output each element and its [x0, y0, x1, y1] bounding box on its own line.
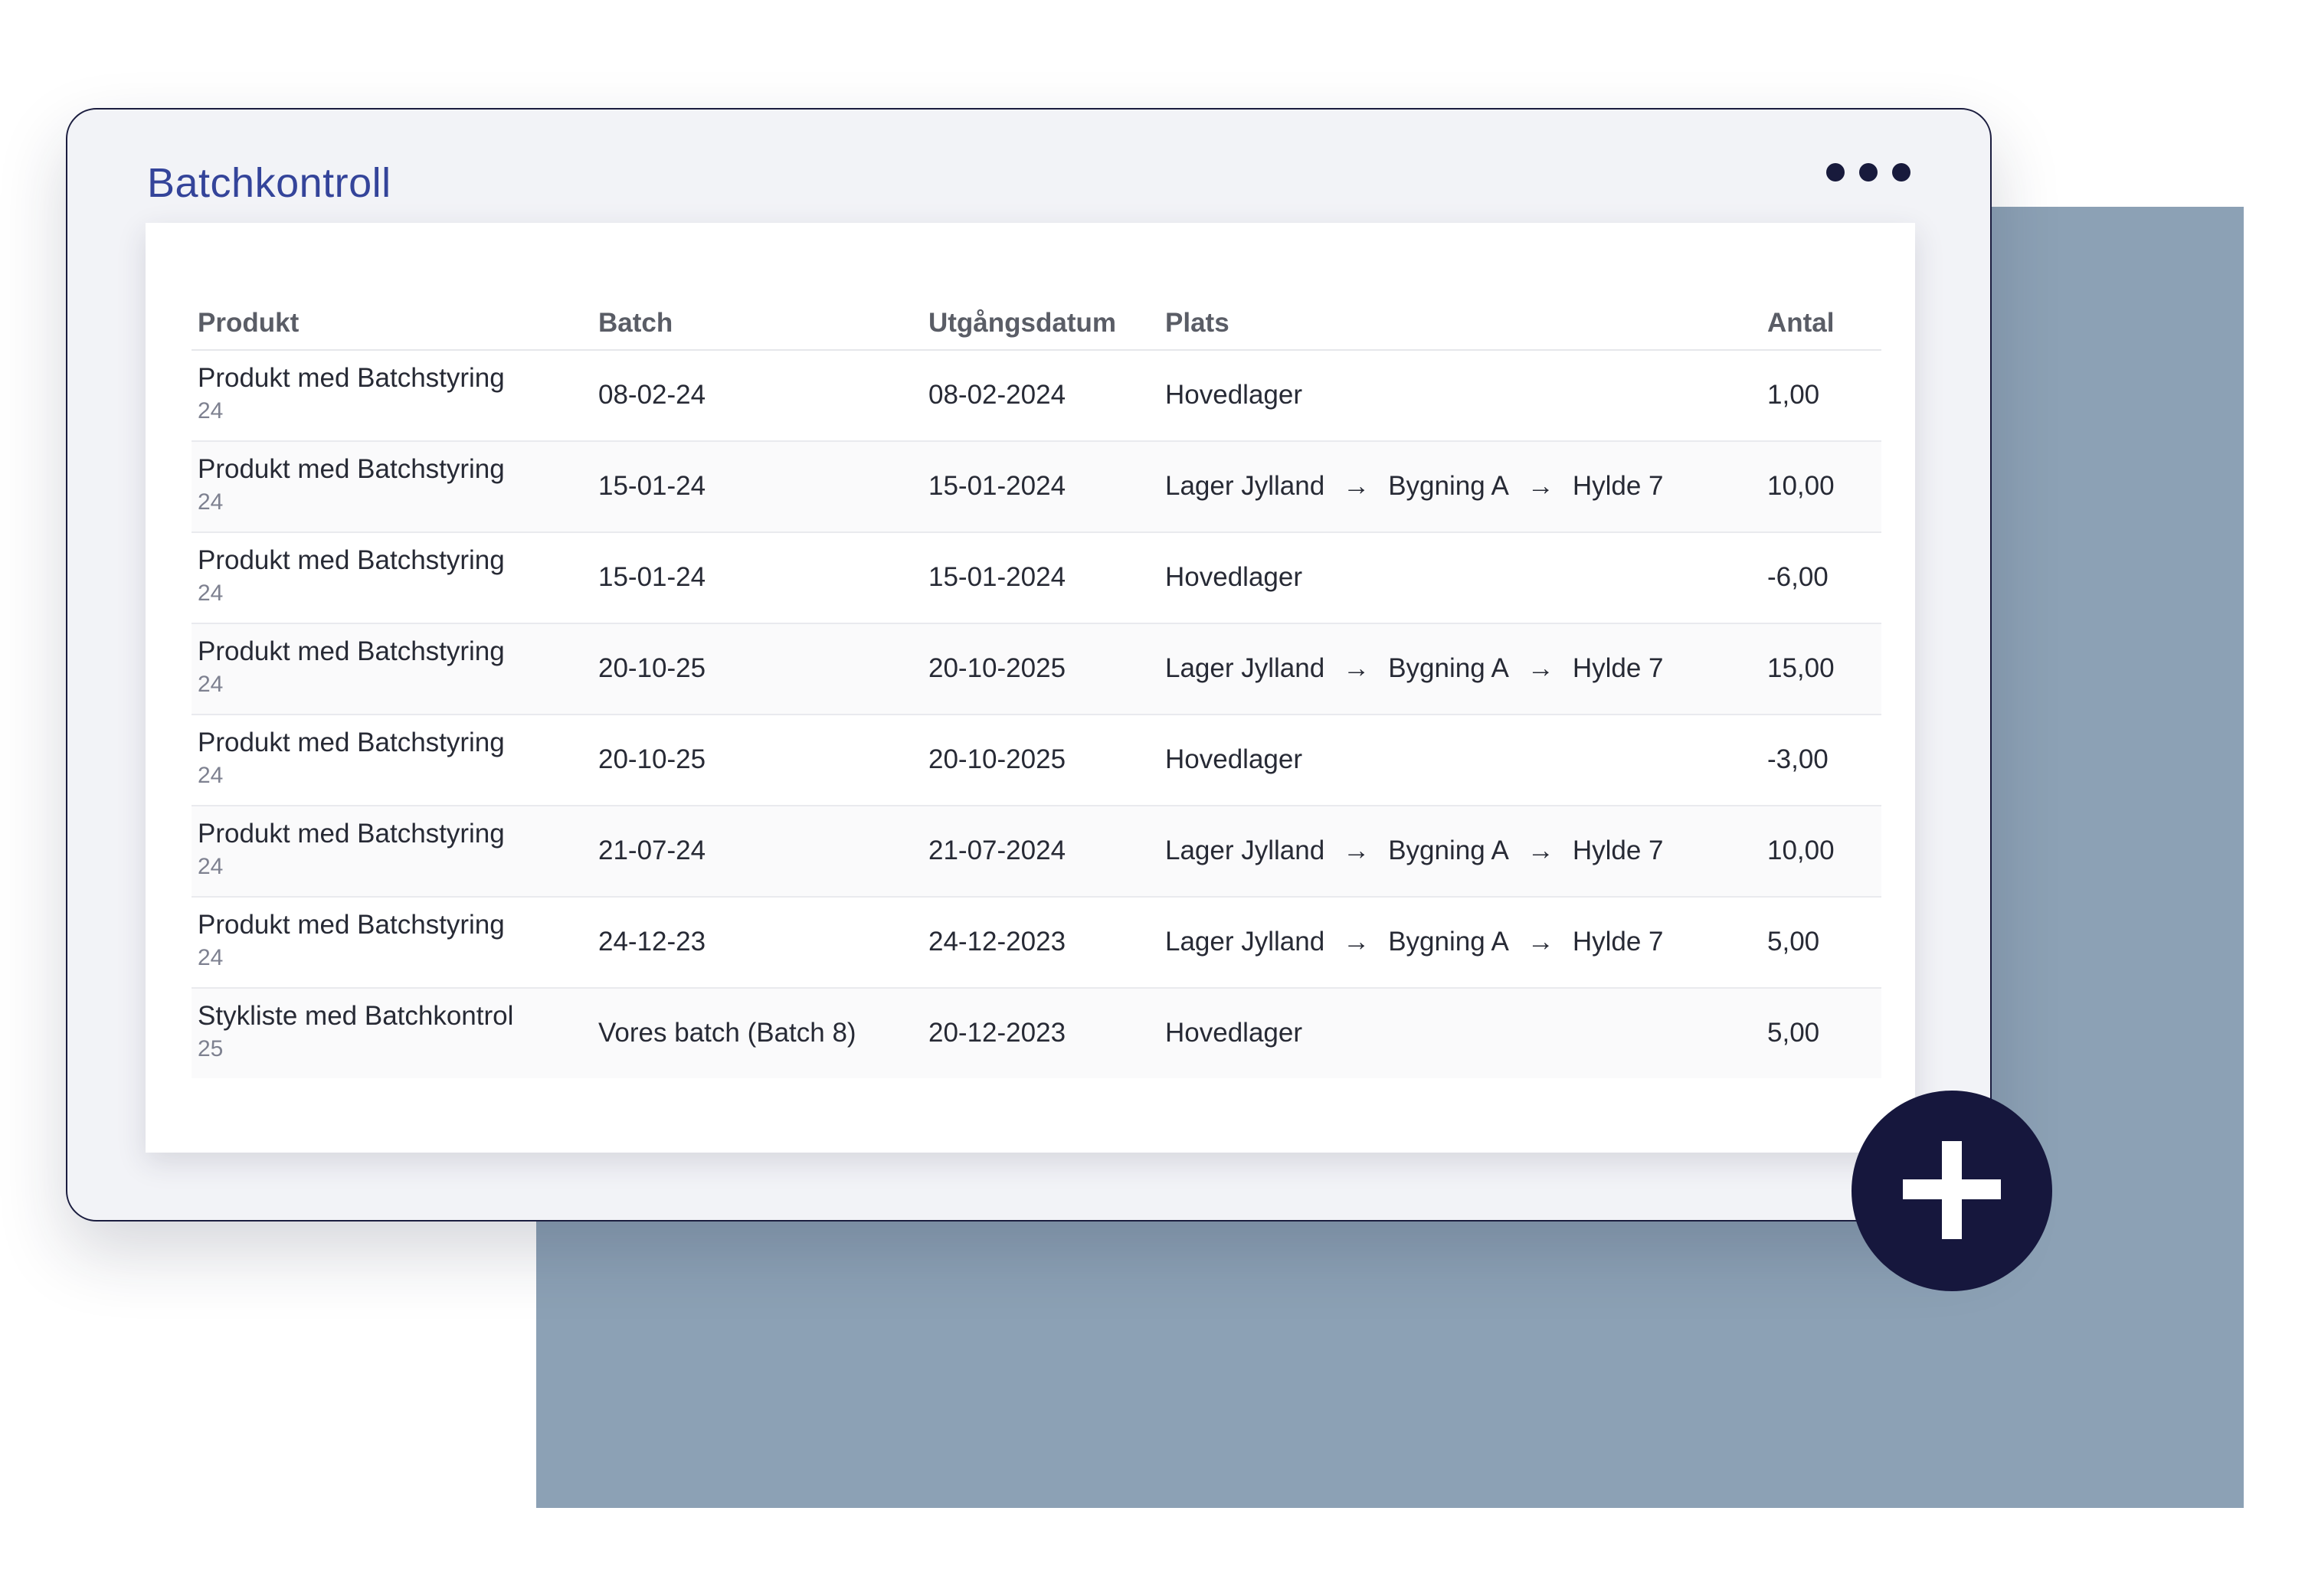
location-path: Lager Jylland → Bygning A → Hylde 7 [1165, 653, 1664, 684]
product-name: Produkt med Batchstyring [198, 910, 505, 940]
table-row[interactable]: Produkt med Batchstyring 24 20-10-25 20-10-… [192, 715, 1881, 806]
location-path: Hovedlager [1165, 1018, 1302, 1048]
table-header: Produkt Batch Utgångsdatum Plats Antal [192, 288, 1881, 351]
batch-cell: 15-01-24 [598, 471, 706, 501]
quantity-cell: 10,00 [1767, 836, 1835, 865]
location-segment: Hylde 7 [1572, 927, 1664, 957]
location-segment: Lager Jylland [1165, 471, 1325, 501]
table-row[interactable]: Produkt med Batchstyring 24 15-01-24 15-01-… [192, 442, 1881, 533]
batch-cell: 24-12-23 [598, 927, 706, 957]
product-number: 24 [198, 489, 224, 515]
more-options-button[interactable] [1826, 153, 1910, 191]
table-row[interactable]: Stykliste med Batchkontrol 25 Vores batch … [192, 989, 1881, 1078]
location-path: Hovedlager [1165, 562, 1302, 593]
quantity-cell: 5,00 [1767, 1018, 1820, 1048]
location-segment: Lager Jylland [1165, 836, 1325, 865]
quantity-cell: 1,00 [1767, 380, 1820, 410]
table-row[interactable]: Produkt med Batchstyring 24 21-07-24 21-07-… [192, 806, 1881, 898]
quantity-cell: 10,00 [1767, 471, 1835, 501]
location-segment: Bygning A [1388, 836, 1509, 865]
location-segment: Hovedlager [1165, 1018, 1302, 1048]
batch-table-card: Produkt Batch Utgångsdatum Plats Antal P… [146, 223, 1915, 1153]
expiry-date-cell: 21-07-2024 [928, 836, 1066, 865]
arrow-right-icon: → [1527, 836, 1554, 865]
product-name: Produkt med Batchstyring [198, 819, 505, 849]
batch-control-window: Batchkontroll Produkt Batch Utgångsdatum… [66, 108, 1992, 1222]
arrow-right-icon: → [1527, 927, 1554, 957]
expiry-date-cell: 20-12-2023 [928, 1018, 1066, 1048]
arrow-right-icon: → [1343, 471, 1370, 501]
quantity-cell: 15,00 [1767, 653, 1835, 683]
table-row[interactable]: Produkt med Batchstyring 24 08-02-24 08-02-… [192, 351, 1881, 442]
product-number: 24 [198, 763, 224, 788]
product-number: 25 [198, 1036, 224, 1061]
batch-cell: 20-10-25 [598, 744, 706, 774]
product-number: 24 [198, 945, 224, 970]
location-segment: Hylde 7 [1572, 653, 1664, 683]
column-header-utgangsdatum[interactable]: Utgångsdatum [928, 308, 1116, 338]
location-segment: Hovedlager [1165, 744, 1302, 774]
location-segment: Bygning A [1388, 927, 1509, 957]
product-name: Produkt med Batchstyring [198, 454, 505, 484]
location-path: Hovedlager [1165, 380, 1302, 410]
expiry-date-cell: 20-10-2025 [928, 744, 1066, 774]
location-segment: Bygning A [1388, 471, 1509, 501]
quantity-cell: -6,00 [1767, 562, 1829, 592]
column-header-batch[interactable]: Batch [598, 308, 673, 338]
product-name: Produkt med Batchstyring [198, 728, 505, 757]
column-header-antal[interactable]: Antal [1767, 308, 1835, 338]
location-segment: Lager Jylland [1165, 653, 1325, 683]
batch-cell: 20-10-25 [598, 653, 706, 683]
product-name: Produkt med Batchstyring [198, 545, 505, 575]
arrow-right-icon: → [1527, 653, 1554, 683]
batch-cell: Vores batch (Batch 8) [598, 1018, 856, 1048]
arrow-right-icon: → [1343, 927, 1370, 957]
location-path: Lager Jylland → Bygning A → Hylde 7 [1165, 471, 1664, 502]
table-row[interactable]: Produkt med Batchstyring 24 15-01-24 15-01-… [192, 533, 1881, 624]
location-path: Lager Jylland → Bygning A → Hylde 7 [1165, 927, 1664, 957]
batch-table: Produkt Batch Utgångsdatum Plats Antal P… [192, 288, 1881, 1078]
quantity-cell: -3,00 [1767, 744, 1829, 774]
expiry-date-cell: 15-01-2024 [928, 562, 1066, 592]
location-segment: Hylde 7 [1572, 471, 1664, 501]
add-button[interactable] [1852, 1091, 2052, 1291]
batch-cell: 15-01-24 [598, 562, 706, 592]
expiry-date-cell: 20-10-2025 [928, 653, 1066, 683]
expiry-date-cell: 08-02-2024 [928, 380, 1066, 410]
arrow-right-icon: → [1343, 836, 1370, 865]
window-title: Batchkontroll [147, 160, 391, 206]
expiry-date-cell: 15-01-2024 [928, 471, 1066, 501]
product-number: 24 [198, 672, 224, 697]
batch-cell: 08-02-24 [598, 380, 706, 410]
location-path: Lager Jylland → Bygning A → Hylde 7 [1165, 836, 1664, 866]
table-body: Produkt med Batchstyring 24 08-02-24 08-02-… [192, 351, 1881, 1078]
product-name: Produkt med Batchstyring [198, 363, 505, 393]
product-number: 24 [198, 581, 224, 606]
plus-icon [1942, 1141, 1962, 1239]
more-dot-icon [1859, 163, 1878, 182]
product-name: Produkt med Batchstyring [198, 636, 505, 666]
table-row[interactable]: Produkt med Batchstyring 24 20-10-25 20-10-… [192, 624, 1881, 715]
column-header-produkt[interactable]: Produkt [198, 308, 299, 338]
table-row[interactable]: Produkt med Batchstyring 24 24-12-23 24-12-… [192, 898, 1881, 989]
expiry-date-cell: 24-12-2023 [928, 927, 1066, 957]
arrow-right-icon: → [1527, 471, 1554, 501]
column-header-plats[interactable]: Plats [1165, 308, 1229, 338]
location-segment: Hovedlager [1165, 562, 1302, 592]
more-dot-icon [1826, 163, 1845, 182]
location-segment: Hovedlager [1165, 380, 1302, 410]
product-name: Stykliste med Batchkontrol [198, 1001, 514, 1031]
batch-cell: 21-07-24 [598, 836, 706, 865]
arrow-right-icon: → [1343, 653, 1370, 683]
location-segment: Hylde 7 [1572, 836, 1664, 865]
product-number: 24 [198, 398, 224, 424]
location-segment: Bygning A [1388, 653, 1509, 683]
location-path: Hovedlager [1165, 744, 1302, 775]
location-segment: Lager Jylland [1165, 927, 1325, 957]
quantity-cell: 5,00 [1767, 927, 1820, 957]
product-number: 24 [198, 854, 224, 879]
more-dot-icon [1892, 163, 1910, 182]
